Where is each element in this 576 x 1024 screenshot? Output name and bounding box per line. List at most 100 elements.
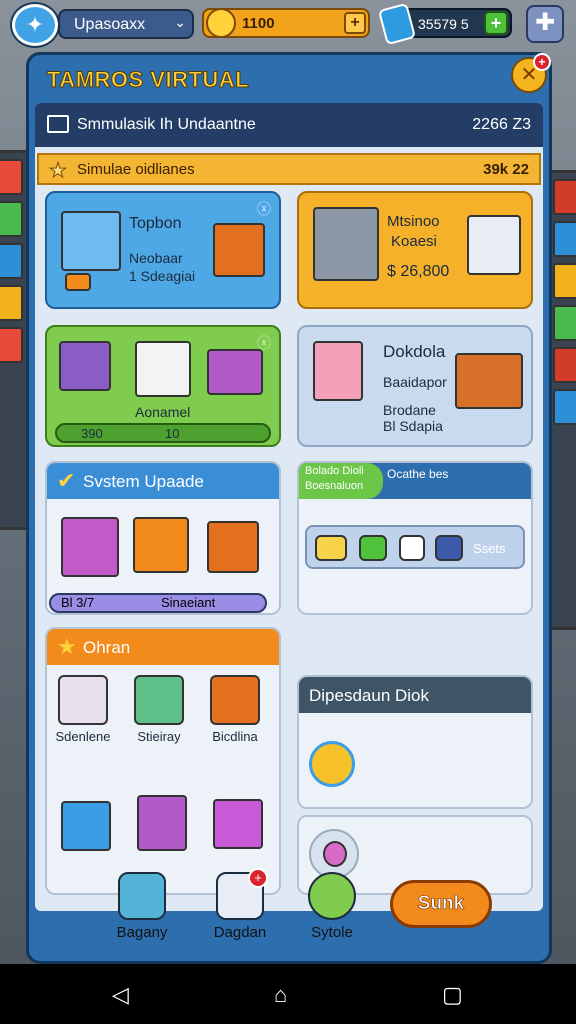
window-toggle-icon[interactable] <box>399 535 425 561</box>
monitor-icon <box>47 115 69 133</box>
nav-label: Dagdan <box>213 924 267 941</box>
dokdola-card[interactable]: Dokdola Baaidapor Brodane Bl Sdapia <box>297 325 533 447</box>
top-bar: ✦ Upasoaxx ⌄ 1100 + 35579 5 + ✚ <box>0 0 576 50</box>
cart-monitor-icon <box>61 211 121 271</box>
star-icon: ★ <box>49 160 68 183</box>
dokdola-line3: Bl Sdapia <box>383 418 443 434</box>
shopping-cart-icon <box>313 207 379 281</box>
sub-text: Simulae oidlianes <box>77 161 195 178</box>
blue-crate-icon[interactable] <box>61 801 111 851</box>
info-badge-icon[interactable]: ⓧ <box>257 199 271 219</box>
box-icon <box>65 273 91 291</box>
coin-cart-icon <box>59 341 111 391</box>
info-number: 2266 Z3 <box>472 116 531 133</box>
window-content: Smmulasik Ih Undaantne 2266 Z3 ★ Simulae… <box>35 103 543 911</box>
gem-bottle-icon <box>377 2 417 46</box>
dokdola-title: Dokdola <box>383 342 446 361</box>
shopping-bag-icon <box>313 341 363 401</box>
fruit-basket-icon <box>58 675 108 725</box>
close-small-icon[interactable]: ⓧ <box>257 333 271 353</box>
green-badge-line2: Boesnaluon <box>305 480 364 492</box>
info-bar: Smmulasik Ih Undaantne 2266 Z3 <box>35 103 543 147</box>
locker-icon <box>213 223 265 277</box>
add-gems-button[interactable]: + <box>484 11 508 35</box>
topbon-title: Topbon <box>129 215 182 232</box>
profile-name: Upasoaxx <box>74 16 146 33</box>
ohran-item[interactable]: Sdenlene <box>51 675 115 744</box>
window-title: TAMROS VIRTUAL <box>46 67 250 93</box>
green-bar-value: 390 <box>81 426 103 441</box>
blender-crate-icon <box>207 521 259 573</box>
chat-bubble-icon[interactable]: ✦ <box>12 4 58 46</box>
system-heading: Svstem Upaade <box>83 472 204 491</box>
check-icon: ✔ <box>57 468 76 493</box>
status-header: Bolado Dioli Boesnaluon Ocathe bes <box>299 463 531 499</box>
status-green-badge: Bolado Dioli Boesnaluon <box>299 463 383 499</box>
ohran-card: ★ Ohran Sdenlene Stieiray Bicdlina <box>45 627 281 895</box>
status-right-text: Ocathe bes <box>387 467 449 481</box>
system-nav-bar: ◁ ⌂ ▢ <box>0 964 576 1024</box>
system-upgrade-header: ✔ Svstem Upaade <box>47 463 279 499</box>
status-card: Bolado Dioli Boesnaluon Ocathe bes Ssets <box>297 461 533 615</box>
nav-bagany[interactable]: Bagany <box>100 872 184 941</box>
coin-counter: 1100 + <box>202 8 370 38</box>
sweets-box-icon <box>207 349 263 395</box>
coin-box-icon <box>135 341 191 397</box>
green-label: Aonamel <box>135 404 191 420</box>
money-cart-icon <box>118 872 166 920</box>
recents-icon[interactable]: ▢ <box>442 982 463 1008</box>
gear-toggle-icon[interactable] <box>435 535 463 561</box>
system-upgrade-card[interactable]: ✔ Svstem Upaade Bl 3/7 Sinaeiant <box>45 461 281 615</box>
close-button[interactable]: ✕ + <box>511 53 551 93</box>
profile-dropdown[interactable]: Upasoaxx ⌄ <box>58 9 194 39</box>
mixed-price: $ 26,800 <box>387 263 450 280</box>
sunk-button[interactable]: Sunk <box>390 880 492 928</box>
refresh-toggle-icon[interactable] <box>359 535 387 561</box>
gift-box-icon <box>133 517 189 573</box>
green-bar-right: 10 <box>165 426 180 441</box>
system-pill-left: Bl 3/7 <box>61 595 95 610</box>
ohran-item[interactable]: Bicdlina <box>203 675 267 744</box>
star-icon: ★ <box>57 634 77 659</box>
home-icon[interactable]: ⌂ <box>274 982 287 1008</box>
add-coins-button[interactable]: + <box>344 12 366 34</box>
produce-box-icon <box>210 675 260 725</box>
back-icon[interactable]: ◁ <box>112 982 129 1008</box>
coin-toggle-icon[interactable] <box>315 535 347 561</box>
ohran-item-label: Stieiray <box>137 729 181 744</box>
ohran-item-label: Bicdlina <box>212 729 258 744</box>
topbon-card[interactable]: Topbon Neobaar 1 Sdeagiai ⓧ <box>45 191 281 309</box>
dokdola-line1: Baaidapor <box>383 374 447 390</box>
purple-box-icon[interactable] <box>213 799 263 849</box>
supply-box-icon <box>134 675 184 725</box>
notification-dot: + <box>533 53 551 71</box>
cart-rack-icon <box>61 517 119 577</box>
nav-dagdan[interactable]: Dagdan + <box>198 868 282 941</box>
coin-icon[interactable] <box>309 741 355 787</box>
green-card[interactable]: Aonamel 390 10 ⓧ <box>45 325 281 447</box>
mixed-card[interactable]: Mtsinoo Koaesi $ 26,800 <box>297 191 533 309</box>
dipesdaun-header: Dipesdaun Diok <box>299 677 531 713</box>
gift-crate-icon[interactable] <box>137 795 187 851</box>
toggle-row: Ssets <box>305 525 525 569</box>
sub-number: 39k 22 <box>483 161 529 178</box>
ohran-header: ★ Ohran <box>47 629 279 665</box>
green-progress-bar: 390 10 <box>55 423 271 443</box>
topbon-line1: Neobaar <box>129 250 183 266</box>
dipesdaun-heading: Dipesdaun Diok <box>309 686 430 705</box>
nav-sytole[interactable]: Sytole <box>290 872 374 941</box>
mixed-line2: Koaesi <box>391 233 437 250</box>
puzzle-menu-button[interactable]: ✚ <box>526 5 564 43</box>
system-pill-right: Sinaeiant <box>161 595 216 610</box>
cube-icon <box>308 872 356 920</box>
ohran-item[interactable]: Stieiray <box>127 675 191 744</box>
green-badge-line1: Bolado Dioli <box>305 465 364 477</box>
chevron-down-icon: ⌄ <box>174 14 186 30</box>
nav-label: Bagany <box>116 924 168 941</box>
system-pill: Bl 3/7 Sinaeiant <box>49 593 267 613</box>
ohran-item-label: Sdenlene <box>55 729 111 744</box>
coin-icon <box>206 8 236 38</box>
toggle-label: Ssets <box>473 541 506 556</box>
nav-badge: + <box>248 868 268 888</box>
topbon-line2: 1 Sdeagiai <box>129 268 196 284</box>
